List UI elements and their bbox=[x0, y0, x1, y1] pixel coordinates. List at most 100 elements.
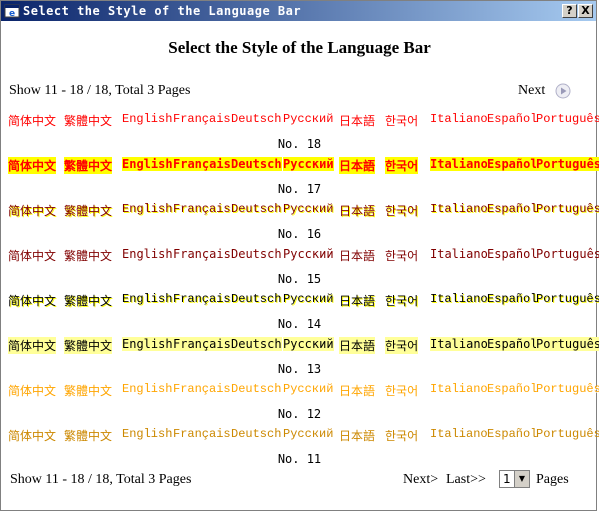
language-link[interactable]: Français bbox=[173, 382, 231, 396]
language-link[interactable]: English bbox=[122, 427, 172, 441]
language-link[interactable]: Português bbox=[536, 112, 599, 126]
language-link[interactable]: 繁體中文 bbox=[64, 427, 112, 444]
language-link[interactable]: Italiano bbox=[430, 337, 488, 351]
language-link[interactable]: Español bbox=[487, 202, 537, 216]
language-link[interactable]: 简体中文 bbox=[8, 112, 56, 129]
language-link[interactable]: Español bbox=[487, 427, 537, 441]
language-link[interactable]: Русский bbox=[283, 382, 333, 396]
language-link[interactable]: Português bbox=[536, 292, 599, 306]
language-link[interactable]: 简体中文 bbox=[8, 157, 57, 174]
language-link[interactable]: Deutsch bbox=[231, 382, 281, 396]
language-link[interactable]: Français bbox=[173, 337, 231, 351]
language-link[interactable]: Français bbox=[173, 427, 231, 441]
language-link[interactable]: Português bbox=[536, 382, 599, 396]
language-link[interactable]: 日本語 bbox=[339, 202, 375, 219]
language-link[interactable]: Русский bbox=[283, 337, 334, 351]
last-link[interactable]: Last>> bbox=[446, 472, 486, 488]
language-link[interactable]: 简体中文 bbox=[8, 427, 56, 444]
language-link[interactable]: English bbox=[122, 337, 173, 351]
language-link[interactable]: English bbox=[122, 157, 173, 171]
language-link[interactable]: Italiano bbox=[430, 112, 488, 126]
language-link[interactable]: 繁體中文 bbox=[64, 337, 113, 354]
language-link[interactable]: 繁體中文 bbox=[64, 382, 112, 399]
language-link[interactable]: 한국어 bbox=[385, 427, 418, 444]
language-link[interactable]: English bbox=[122, 112, 172, 126]
language-link[interactable]: Français bbox=[173, 247, 231, 261]
language-link[interactable]: Português bbox=[536, 337, 599, 351]
language-link[interactable]: Русский bbox=[283, 112, 333, 126]
chevron-down-icon[interactable]: ▼ bbox=[514, 471, 529, 487]
language-link[interactable]: Italiano bbox=[430, 382, 488, 396]
language-link[interactable]: 简体中文 bbox=[8, 382, 56, 399]
language-link[interactable]: English bbox=[122, 292, 172, 306]
language-link[interactable]: 日本語 bbox=[339, 247, 375, 264]
language-link[interactable]: 繁體中文 bbox=[64, 157, 113, 174]
language-link[interactable]: 繁體中文 bbox=[64, 292, 112, 309]
language-link[interactable]: 한국어 bbox=[385, 337, 419, 354]
language-bar-style-row[interactable]: 简体中文 繁體中文 English Français Deutsch Русский 日本語… bbox=[0, 382, 599, 400]
language-link[interactable]: Español bbox=[487, 292, 537, 306]
language-link[interactable]: Français bbox=[173, 157, 231, 171]
language-link[interactable]: Deutsch bbox=[231, 112, 281, 126]
language-bar-style-row[interactable]: 简体中文 繁體中文 English Français Deutsch Русский 日本語… bbox=[0, 202, 599, 220]
language-link[interactable]: 한국어 bbox=[385, 202, 418, 219]
help-button[interactable]: ? bbox=[562, 4, 577, 18]
language-link[interactable]: 한국어 bbox=[385, 382, 418, 399]
language-link[interactable]: 日本語 bbox=[339, 112, 375, 129]
language-link[interactable]: Русский bbox=[283, 247, 334, 261]
language-link[interactable]: 简体中文 bbox=[8, 247, 56, 264]
language-link[interactable]: 日本語 bbox=[339, 427, 375, 444]
language-link[interactable]: 繁體中文 bbox=[64, 202, 112, 219]
language-link[interactable]: 简体中文 bbox=[8, 292, 56, 309]
language-link[interactable]: Português bbox=[536, 157, 599, 171]
language-link[interactable]: Français bbox=[173, 292, 231, 306]
language-link[interactable]: Русский bbox=[283, 292, 333, 306]
language-link[interactable]: Deutsch bbox=[231, 292, 281, 306]
language-link[interactable]: 日本語 bbox=[339, 157, 376, 174]
language-link[interactable]: Italiano bbox=[430, 157, 488, 171]
language-bar-style-row[interactable]: 简体中文 繁體中文 English Français Deutsch Русский 日本語… bbox=[0, 157, 599, 175]
language-link[interactable]: Русский bbox=[283, 157, 334, 171]
language-link[interactable]: Deutsch bbox=[231, 427, 281, 441]
language-link[interactable]: Deutsch bbox=[231, 202, 281, 216]
next-arrow-icon[interactable] bbox=[555, 83, 571, 99]
language-bar-style-row[interactable]: 简体中文 繁體中文 English Français Deutsch Русский 日本語… bbox=[0, 112, 599, 130]
language-link[interactable]: Español bbox=[487, 157, 538, 171]
language-link[interactable]: Português bbox=[536, 427, 599, 441]
language-link[interactable]: Italiano bbox=[430, 202, 488, 216]
language-link[interactable]: Français bbox=[173, 112, 231, 126]
language-bar-style-row[interactable]: 简体中文 繁體中文 English Français Deutsch Русский 日本語… bbox=[0, 337, 599, 355]
language-link[interactable]: 简体中文 bbox=[8, 337, 57, 354]
language-link[interactable]: 简体中文 bbox=[8, 202, 56, 219]
language-link[interactable]: 한국어 bbox=[385, 247, 418, 264]
language-bar-style-row[interactable]: 简体中文 繁體中文 English Français Deutsch Русский 日本語… bbox=[0, 427, 599, 445]
language-link[interactable]: Italiano bbox=[430, 292, 488, 306]
close-button[interactable]: X bbox=[578, 4, 593, 18]
language-link[interactable]: 한국어 bbox=[385, 157, 419, 174]
language-link[interactable]: Português bbox=[536, 202, 599, 216]
language-bar-style-row[interactable]: 简体中文 繁體中文 English Français Deutsch Русский 日本語… bbox=[0, 247, 599, 265]
language-link[interactable]: Italiano bbox=[430, 247, 488, 261]
language-link[interactable]: Deutsch bbox=[231, 157, 282, 171]
language-link[interactable]: Português bbox=[536, 247, 599, 261]
language-link[interactable]: Français bbox=[173, 202, 231, 216]
language-link[interactable]: English bbox=[122, 247, 173, 261]
language-link[interactable]: 日本語 bbox=[339, 382, 375, 399]
language-link[interactable]: Русский bbox=[283, 202, 333, 216]
next-link-bottom[interactable]: Next> bbox=[403, 472, 438, 488]
language-link[interactable]: 한국어 bbox=[385, 112, 418, 129]
language-link[interactable]: Español bbox=[487, 382, 537, 396]
language-link[interactable]: 한국어 bbox=[385, 292, 418, 309]
language-link[interactable]: English bbox=[122, 202, 172, 216]
language-link[interactable]: 日本語 bbox=[339, 337, 376, 354]
page-select[interactable]: 1 ▼ bbox=[499, 470, 530, 488]
language-link[interactable]: 日本語 bbox=[339, 292, 375, 309]
title-bar[interactable]: e Select the Style of the Language Bar ?… bbox=[1, 1, 596, 21]
language-link[interactable]: Deutsch bbox=[231, 247, 282, 261]
language-link[interactable]: Deutsch bbox=[231, 337, 282, 351]
next-link-top[interactable]: Next bbox=[518, 83, 545, 99]
language-link[interactable]: Español bbox=[487, 247, 538, 261]
language-link[interactable]: Español bbox=[487, 112, 537, 126]
language-link[interactable]: 繁體中文 bbox=[64, 112, 112, 129]
language-bar-style-row[interactable]: 简体中文 繁體中文 English Français Deutsch Русский 日本語… bbox=[0, 292, 599, 310]
